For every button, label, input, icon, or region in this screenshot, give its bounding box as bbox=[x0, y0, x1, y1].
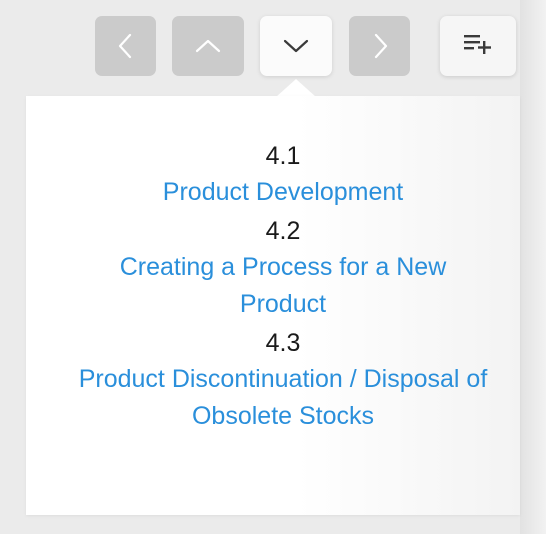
chevron-down-icon bbox=[282, 36, 310, 56]
toc-entry-link[interactable]: Creating a Process for a New Product bbox=[26, 249, 540, 323]
popover-arrow bbox=[276, 79, 316, 97]
toc-entry-number: 4.1 bbox=[265, 142, 301, 170]
next-button[interactable] bbox=[349, 16, 410, 76]
down-button[interactable] bbox=[260, 16, 332, 76]
add-to-list-button[interactable] bbox=[440, 16, 516, 76]
up-button[interactable] bbox=[172, 16, 244, 76]
toc-entry-number: 4.2 bbox=[265, 217, 301, 245]
toc-entry: 4.3 Product Discontinuation / Disposal o… bbox=[26, 325, 540, 435]
toc-entry-link[interactable]: Product Development bbox=[26, 174, 540, 211]
screen: 4.1 Product Development 4.2 Creating a P… bbox=[0, 0, 546, 534]
toc-entry: 4.2 Creating a Process for a New Product bbox=[26, 213, 540, 323]
chevron-up-icon bbox=[194, 36, 222, 56]
previous-button[interactable] bbox=[95, 16, 156, 76]
toc-entry-number: 4.3 bbox=[265, 329, 301, 357]
chevron-left-icon bbox=[115, 32, 137, 60]
playlist-add-icon bbox=[463, 32, 493, 61]
chevron-right-icon bbox=[369, 32, 391, 60]
toc-entry: 4.1 Product Development bbox=[26, 138, 540, 211]
toc-entry-link[interactable]: Product Discontinuation / Disposal of Ob… bbox=[26, 361, 540, 435]
table-of-contents: 4.1 Product Development 4.2 Creating a P… bbox=[26, 138, 540, 437]
